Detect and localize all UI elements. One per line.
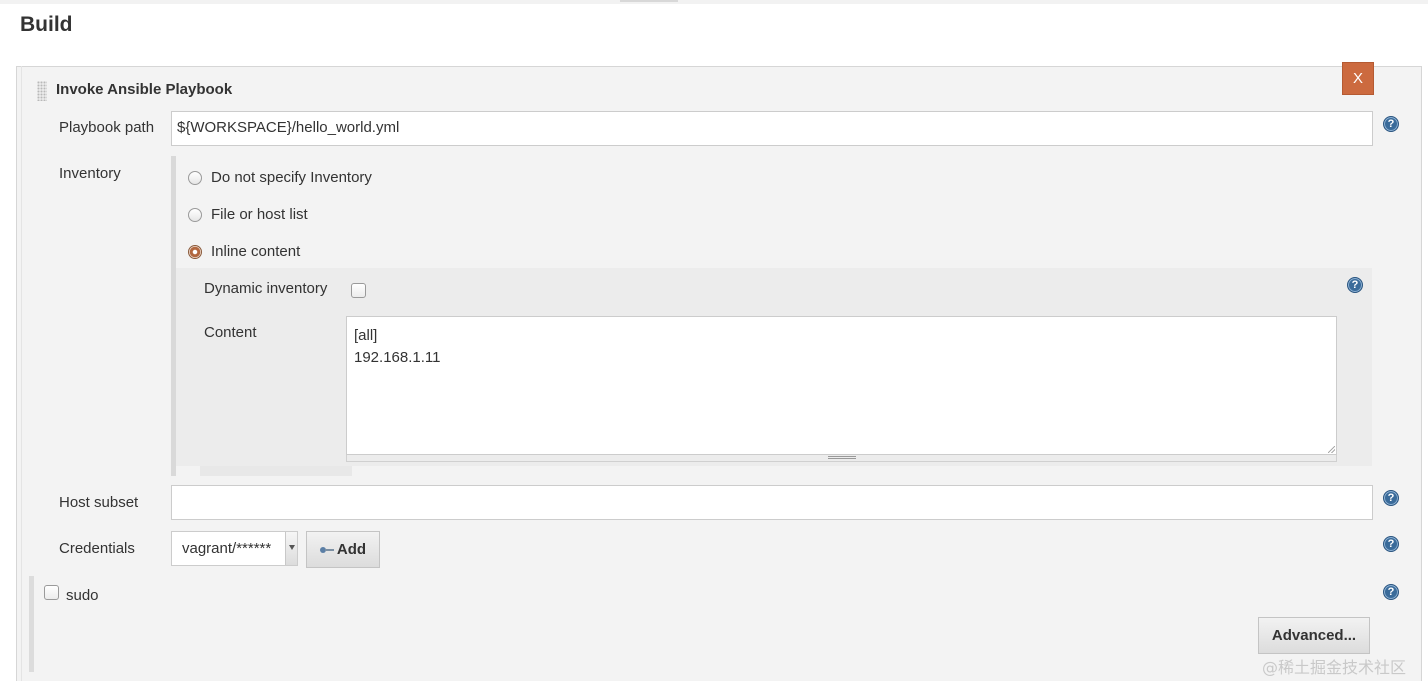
dynamic-inventory-checkbox[interactable] xyxy=(351,283,366,298)
sudo-label: sudo xyxy=(66,587,99,604)
radio-no-inventory[interactable] xyxy=(188,171,202,185)
radio-file-or-host-list-label[interactable]: File or host list xyxy=(211,206,308,223)
host-subset-input[interactable] xyxy=(171,485,1373,520)
radio-inline-content[interactable] xyxy=(188,245,202,259)
sudo-section-bar xyxy=(29,576,34,672)
dynamic-inventory-label: Dynamic inventory xyxy=(204,280,328,297)
watermark: @稀土掘金技术社区 xyxy=(1262,658,1407,677)
content-label: Content xyxy=(204,324,257,341)
panel-inner-border xyxy=(21,66,22,681)
playbook-path-input[interactable]: ${WORKSPACE}/hello_world.yml xyxy=(171,111,1373,146)
radio-no-inventory-label[interactable]: Do not specify Inventory xyxy=(211,169,372,186)
sudo-help-icon[interactable]: ? xyxy=(1383,584,1399,600)
drag-handle-icon[interactable] xyxy=(37,81,47,101)
inventory-label: Inventory xyxy=(59,165,121,182)
section-title: Build xyxy=(20,13,73,36)
credentials-select[interactable]: vagrant/****** xyxy=(171,531,298,566)
radio-file-or-host-list[interactable] xyxy=(188,208,202,222)
textarea-resize-corner-icon[interactable] xyxy=(1328,446,1335,453)
inline-content-help-icon[interactable]: ? xyxy=(1347,277,1363,293)
chevron-down-icon xyxy=(285,532,297,565)
sudo-checkbox[interactable] xyxy=(44,585,59,600)
textarea-resize-handle[interactable] xyxy=(346,455,1337,462)
add-credentials-button[interactable]: Add xyxy=(306,531,380,568)
playbook-path-label: Playbook path xyxy=(59,119,155,136)
credentials-label: Credentials xyxy=(59,540,135,557)
key-icon xyxy=(319,546,334,554)
top-border-mark xyxy=(620,0,678,2)
top-border xyxy=(0,0,1428,4)
host-subset-label: Host subset xyxy=(59,494,139,511)
resize-grip-icon xyxy=(828,456,856,459)
inventory-panel-footer xyxy=(200,466,352,476)
playbook-help-icon[interactable]: ? xyxy=(1383,116,1399,132)
radio-inline-content-label[interactable]: Inline content xyxy=(211,243,300,260)
host-subset-help-icon[interactable]: ? xyxy=(1383,490,1399,506)
step-title: Invoke Ansible Playbook xyxy=(56,81,233,98)
advanced-button[interactable]: Advanced... xyxy=(1258,617,1370,654)
credentials-selected-value: vagrant/****** xyxy=(182,540,272,557)
delete-step-button[interactable]: X xyxy=(1342,62,1374,95)
content-line: 192.168.1.11 xyxy=(354,349,441,366)
credentials-help-icon[interactable]: ? xyxy=(1383,536,1399,552)
content-line: [all] xyxy=(354,327,378,344)
add-credentials-label: Add xyxy=(336,541,367,558)
inventory-content-textarea[interactable]: [all] 192.168.1.11 xyxy=(346,316,1337,455)
